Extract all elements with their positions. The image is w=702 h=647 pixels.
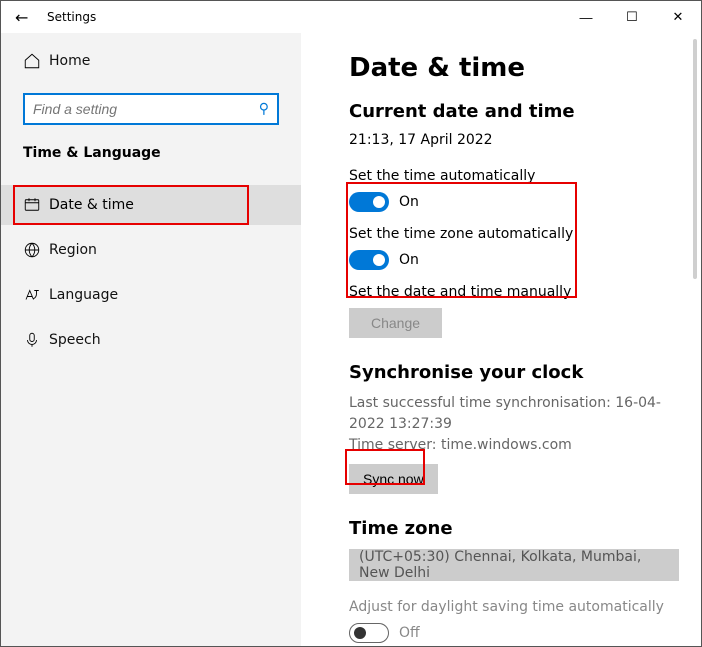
scrollbar[interactable] (693, 39, 697, 279)
sidebar-home[interactable]: Home (1, 41, 301, 81)
window-title: Settings (47, 10, 96, 24)
timezone-select: (UTC+05:30) Chennai, Kolkata, Mumbai, Ne… (349, 549, 679, 581)
auto-tz-label: Set the time zone automatically (349, 226, 675, 242)
sidebar-category: Time & Language (1, 145, 301, 161)
content-pane: Date & time Current date and time 21:13,… (301, 33, 701, 646)
auto-time-toggle[interactable] (349, 192, 389, 212)
sidebar-item-language[interactable]: Language (1, 275, 301, 315)
sidebar-home-label: Home (49, 53, 90, 69)
dst-label: Adjust for daylight saving time automati… (349, 599, 675, 615)
sync-last: Last successful time synchronisation: 16… (349, 393, 675, 435)
maximize-button[interactable]: ☐ (609, 1, 655, 33)
sidebar-item-label: Date & time (49, 197, 134, 213)
minimize-button[interactable]: ― (563, 1, 609, 33)
dst-state: Off (399, 625, 420, 641)
auto-time-label: Set the time automatically (349, 168, 675, 184)
search-wrap: ⚲ (1, 93, 301, 125)
search-box[interactable]: ⚲ (23, 93, 279, 125)
close-button[interactable]: ✕ (655, 1, 701, 33)
globe-icon (23, 241, 49, 259)
sync-info: Last successful time synchronisation: 16… (349, 393, 675, 456)
timezone-heading: Time zone (349, 518, 675, 539)
clock-icon (23, 196, 49, 214)
titlebar: ← Settings ― ☐ ✕ (1, 1, 701, 33)
window-controls: ― ☐ ✕ (563, 1, 701, 33)
sidebar-item-label: Region (49, 242, 97, 258)
language-icon (23, 286, 49, 304)
sync-server: Time server: time.windows.com (349, 435, 675, 456)
home-icon (23, 52, 49, 70)
sidebar-item-label: Speech (49, 332, 101, 348)
sidebar-item-region[interactable]: Region (1, 230, 301, 270)
microphone-icon (23, 331, 49, 349)
sync-heading: Synchronise your clock (349, 362, 675, 383)
auto-time-state: On (399, 194, 419, 210)
auto-tz-state: On (399, 252, 419, 268)
timezone-value: (UTC+05:30) Chennai, Kolkata, Mumbai, Ne… (359, 549, 669, 581)
change-button: Change (349, 308, 442, 338)
auto-tz-toggle[interactable] (349, 250, 389, 270)
sidebar-item-speech[interactable]: Speech (1, 320, 301, 360)
sidebar-item-label: Language (49, 287, 118, 303)
sidebar-item-date-time[interactable]: Date & time (1, 185, 301, 225)
manual-set-label: Set the date and time manually (349, 284, 675, 300)
back-arrow-icon[interactable]: ← (15, 8, 39, 27)
page-title: Date & time (349, 53, 675, 83)
window-body: Home ⚲ Time & Language Date & time (1, 33, 701, 646)
search-input[interactable] (33, 101, 259, 117)
current-datetime-heading: Current date and time (349, 101, 675, 122)
sync-now-button[interactable]: Sync now (349, 464, 438, 494)
search-icon: ⚲ (259, 101, 269, 117)
dst-toggle (349, 623, 389, 643)
current-datetime-value: 21:13, 17 April 2022 (349, 132, 675, 148)
sidebar: Home ⚲ Time & Language Date & time (1, 33, 301, 646)
settings-window: ← Settings ― ☐ ✕ Home ⚲ Time & Language (0, 0, 702, 647)
